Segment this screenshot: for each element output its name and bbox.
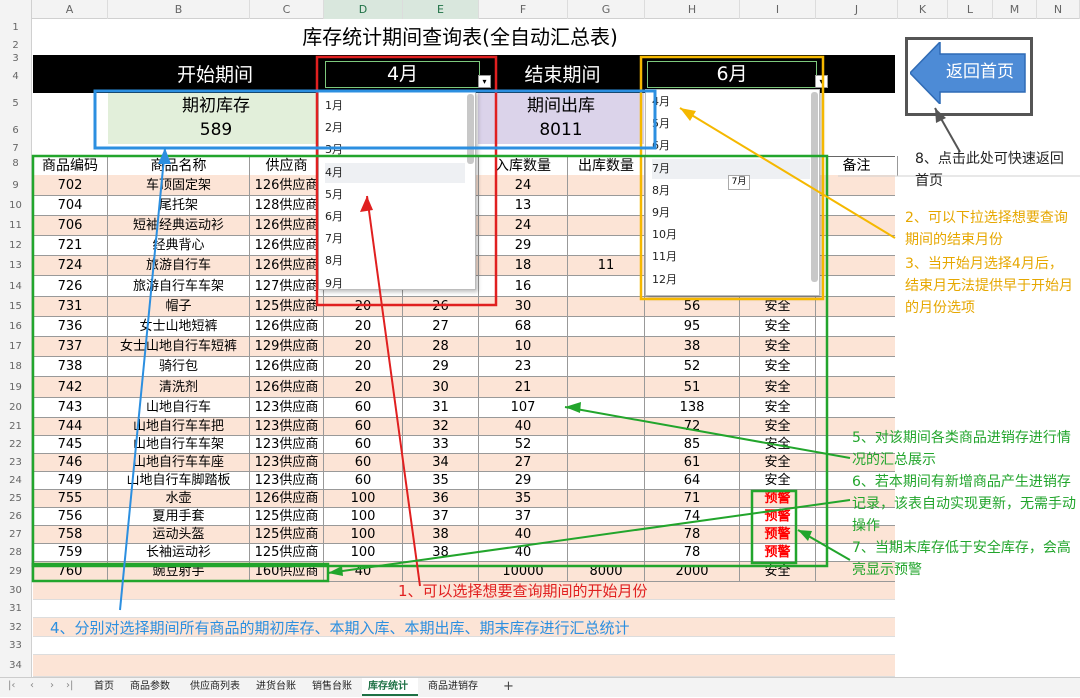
tab-nav-next-icon[interactable]: › (50, 680, 54, 691)
sheet-tab[interactable]: 商品参数 (124, 678, 180, 696)
annotation-2: 2、可以下拉选择想要查询期间的结束月份 (905, 210, 1068, 248)
annotation-5: 5、对该期间各类商品进销存进行情况的汇总展示 (852, 430, 1071, 468)
sheet-tab[interactable]: 供应商列表 (184, 678, 246, 696)
tab-nav-prev-icon[interactable]: ‹ (30, 680, 34, 691)
add-sheet-icon[interactable]: + (503, 679, 514, 694)
sheet-tab-bar: |‹ ‹ › ›| 首页 商品参数 供应商列表 进货台账 销售台账 库存统计 商品进销存 + (0, 677, 1080, 697)
sheet-tab[interactable]: 首页 (88, 678, 120, 696)
tab-nav-last-icon[interactable]: ›| (66, 680, 73, 691)
annotation-7: 7、当期末库存低于安全库存，会高亮显示预警 (852, 540, 1071, 578)
start-highlight-box (315, 55, 498, 307)
sheet-tab[interactable]: 销售台账 (306, 678, 358, 696)
table-highlight-box (31, 154, 829, 568)
annotation-8: 8、点击此处可快速返回首页 (915, 151, 1064, 189)
tab-nav-first-icon[interactable]: |‹ (8, 680, 15, 691)
annotation-1: 1、可以选择想要查询期间的开始月份 (398, 582, 648, 600)
annotation-4: 4、分别对选择期间所有商品的期初库存、本期入库、本期出库、期末库存进行汇总统计 (50, 619, 630, 637)
sheet-tab[interactable]: 进货台账 (250, 678, 302, 696)
warning-highlight-box (750, 489, 798, 565)
sheet-tab[interactable]: 库存统计 (362, 678, 418, 696)
summary-highlight-box (93, 89, 657, 150)
annotation-3: 3、当开始月选择4月后，结束月无法提供早于开始月的月份选项 (905, 256, 1073, 316)
sheet-tab[interactable]: 商品进销存 (422, 678, 488, 696)
annotation-6: 6、若本期间有新增商品产生进销存记录，该表自动实现更新，无需手动操作 (852, 474, 1076, 534)
